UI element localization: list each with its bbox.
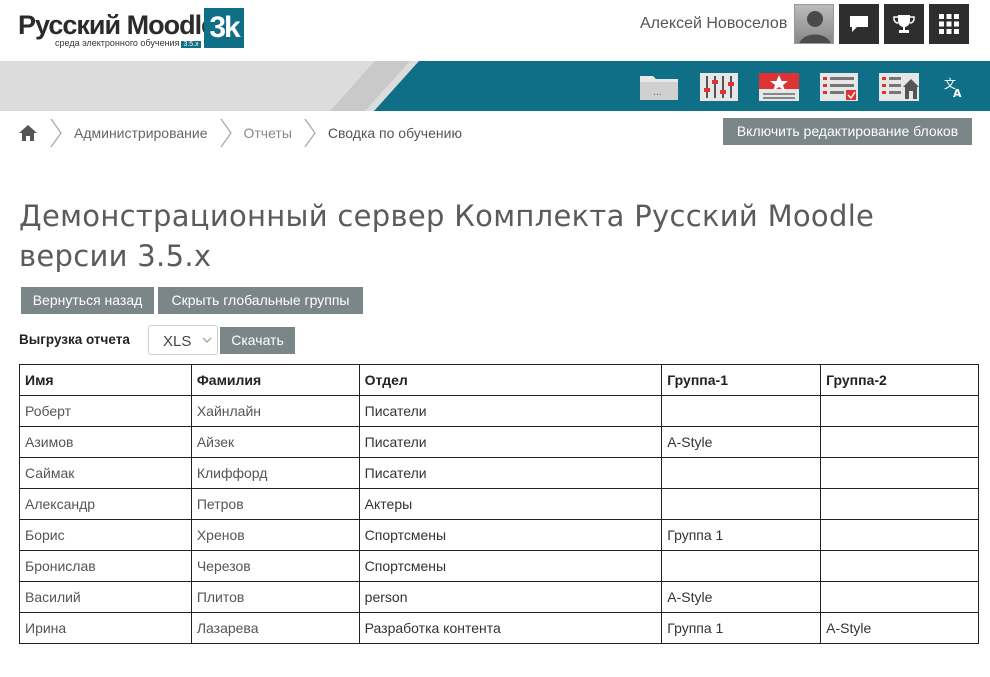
table-cell: Спортсмены [358,550,663,582]
table-cell [820,581,979,613]
breadcrumb: Администрирование Отчеты Сводка по обуче… [18,117,462,149]
table-cell: Актеры [358,488,663,520]
table-cell: Писатели [358,426,663,458]
table-cell [820,488,979,520]
table-cell: Ирина [19,612,192,644]
export-label: Выгрузка отчета [19,332,130,347]
logo-subtitle: среда электронного обучения 3.5.x [55,38,201,48]
table-cell: A-Style [661,426,822,458]
table-cell: Саймак [19,457,192,489]
logo-badge: 3k [204,8,244,48]
hide-global-groups-button[interactable]: Скрыть глобальные группы [158,287,363,314]
breadcrumb-separator-icon [50,118,62,148]
table-cell [820,550,979,582]
export-format-value: XLS [163,333,192,350]
messages-icon[interactable] [839,4,879,44]
table-cell: Черезов [190,550,360,582]
table-cell [661,488,822,520]
back-button[interactable]: Вернуться назад [21,287,154,314]
table-row: Бронислав Черезов Спортсмены [19,550,979,582]
table-cell: person [358,581,663,613]
table-cell: Борис [19,519,192,551]
table-cell [820,426,979,458]
logo-title: Русский Moodle [18,10,216,40]
table-row: Борис Хренов Спортсмены Группа 1 [19,519,979,551]
table-cell [820,457,979,489]
table-row: Александр Петров Актеры [19,488,979,520]
table-row: Азимов Айзек Писатели A-Style [19,426,979,458]
page-title: Демонстрационный сервер Комплекта Русски… [19,199,875,273]
table-cell: Хайнлайн [190,395,360,427]
column-header[interactable]: Отдел [358,364,663,396]
breadcrumb-administration[interactable]: Администрирование [74,125,208,141]
table-row: Саймак Клиффорд Писатели [19,457,979,489]
svg-text:...: ... [653,88,662,98]
column-header[interactable]: Имя [19,364,192,396]
column-header[interactable]: Группа-1 [661,364,822,396]
table-cell: A-Style [820,612,979,644]
table-cell: Бронислав [19,550,192,582]
top-header: Русский Moodle среда электронного обучен… [0,0,990,61]
home-icon[interactable] [18,124,38,142]
table-cell: Лазарева [190,612,360,644]
table-header-row: Имя Фамилия Отдел Группа-1 Группа-2 [19,364,979,396]
table-cell: Роберт [19,395,192,427]
home-course-icon[interactable] [879,72,919,102]
svg-text:A: A [953,87,962,99]
download-button[interactable]: Скачать [220,327,295,354]
table-cell: Спортсмены [358,519,663,551]
table-cell: Разработка контента [358,612,663,644]
site-logo[interactable]: Русский Moodle среда электронного обучен… [18,8,244,48]
chevron-down-icon [202,337,212,343]
table-row: Ирина Лазарева Разработка контента Группа 1… [19,612,979,644]
trophy-icon[interactable] [884,4,924,44]
table-cell: Плитов [190,581,360,613]
table-cell: Айзек [190,426,360,458]
table-cell [661,457,822,489]
table-cell [820,395,979,427]
report-icon[interactable] [819,72,859,102]
user-name[interactable]: Алексей Новоселов [640,15,787,33]
table-row: Роберт Хайнлайн Писатели [19,395,979,427]
sliders-icon[interactable] [699,72,739,102]
table-cell [820,519,979,551]
table-cell: Писатели [358,395,663,427]
translate-icon[interactable]: 文A [934,72,974,102]
table-cell [661,395,822,427]
table-cell: Петров [190,488,360,520]
toggle-block-editing-button[interactable]: Включить редактирование блоков [723,118,972,145]
table-cell: Группа 1 [661,519,822,551]
breadcrumb-reports[interactable]: Отчеты [244,125,292,141]
breadcrumb-separator-icon [304,118,316,148]
column-header[interactable]: Группа-2 [820,364,979,396]
table-cell: Василий [19,581,192,613]
star-card-icon[interactable] [759,72,799,102]
folder-icon[interactable]: ... [639,72,679,102]
table-row: Василий Плитов person A-Style [19,581,979,613]
table-cell: Александр [19,488,192,520]
nav-stripe: ... 文A [0,61,990,111]
table-cell: Клиффорд [190,457,360,489]
breadcrumb-separator-icon [219,118,232,148]
avatar[interactable] [794,4,834,44]
breadcrumb-current[interactable]: Сводка по обучению [328,125,462,141]
export-format-select[interactable]: XLS [148,325,218,355]
table-cell: A-Style [661,581,822,613]
table-cell: Писатели [358,457,663,489]
report-table: Имя Фамилия Отдел Группа-1 Группа-2 Робе… [19,364,979,644]
grid-icon[interactable] [929,4,969,44]
table-cell [661,550,822,582]
table-cell: Азимов [19,426,192,458]
column-header[interactable]: Фамилия [190,364,360,396]
table-cell: Хренов [190,519,360,551]
table-cell: Группа 1 [661,612,822,644]
